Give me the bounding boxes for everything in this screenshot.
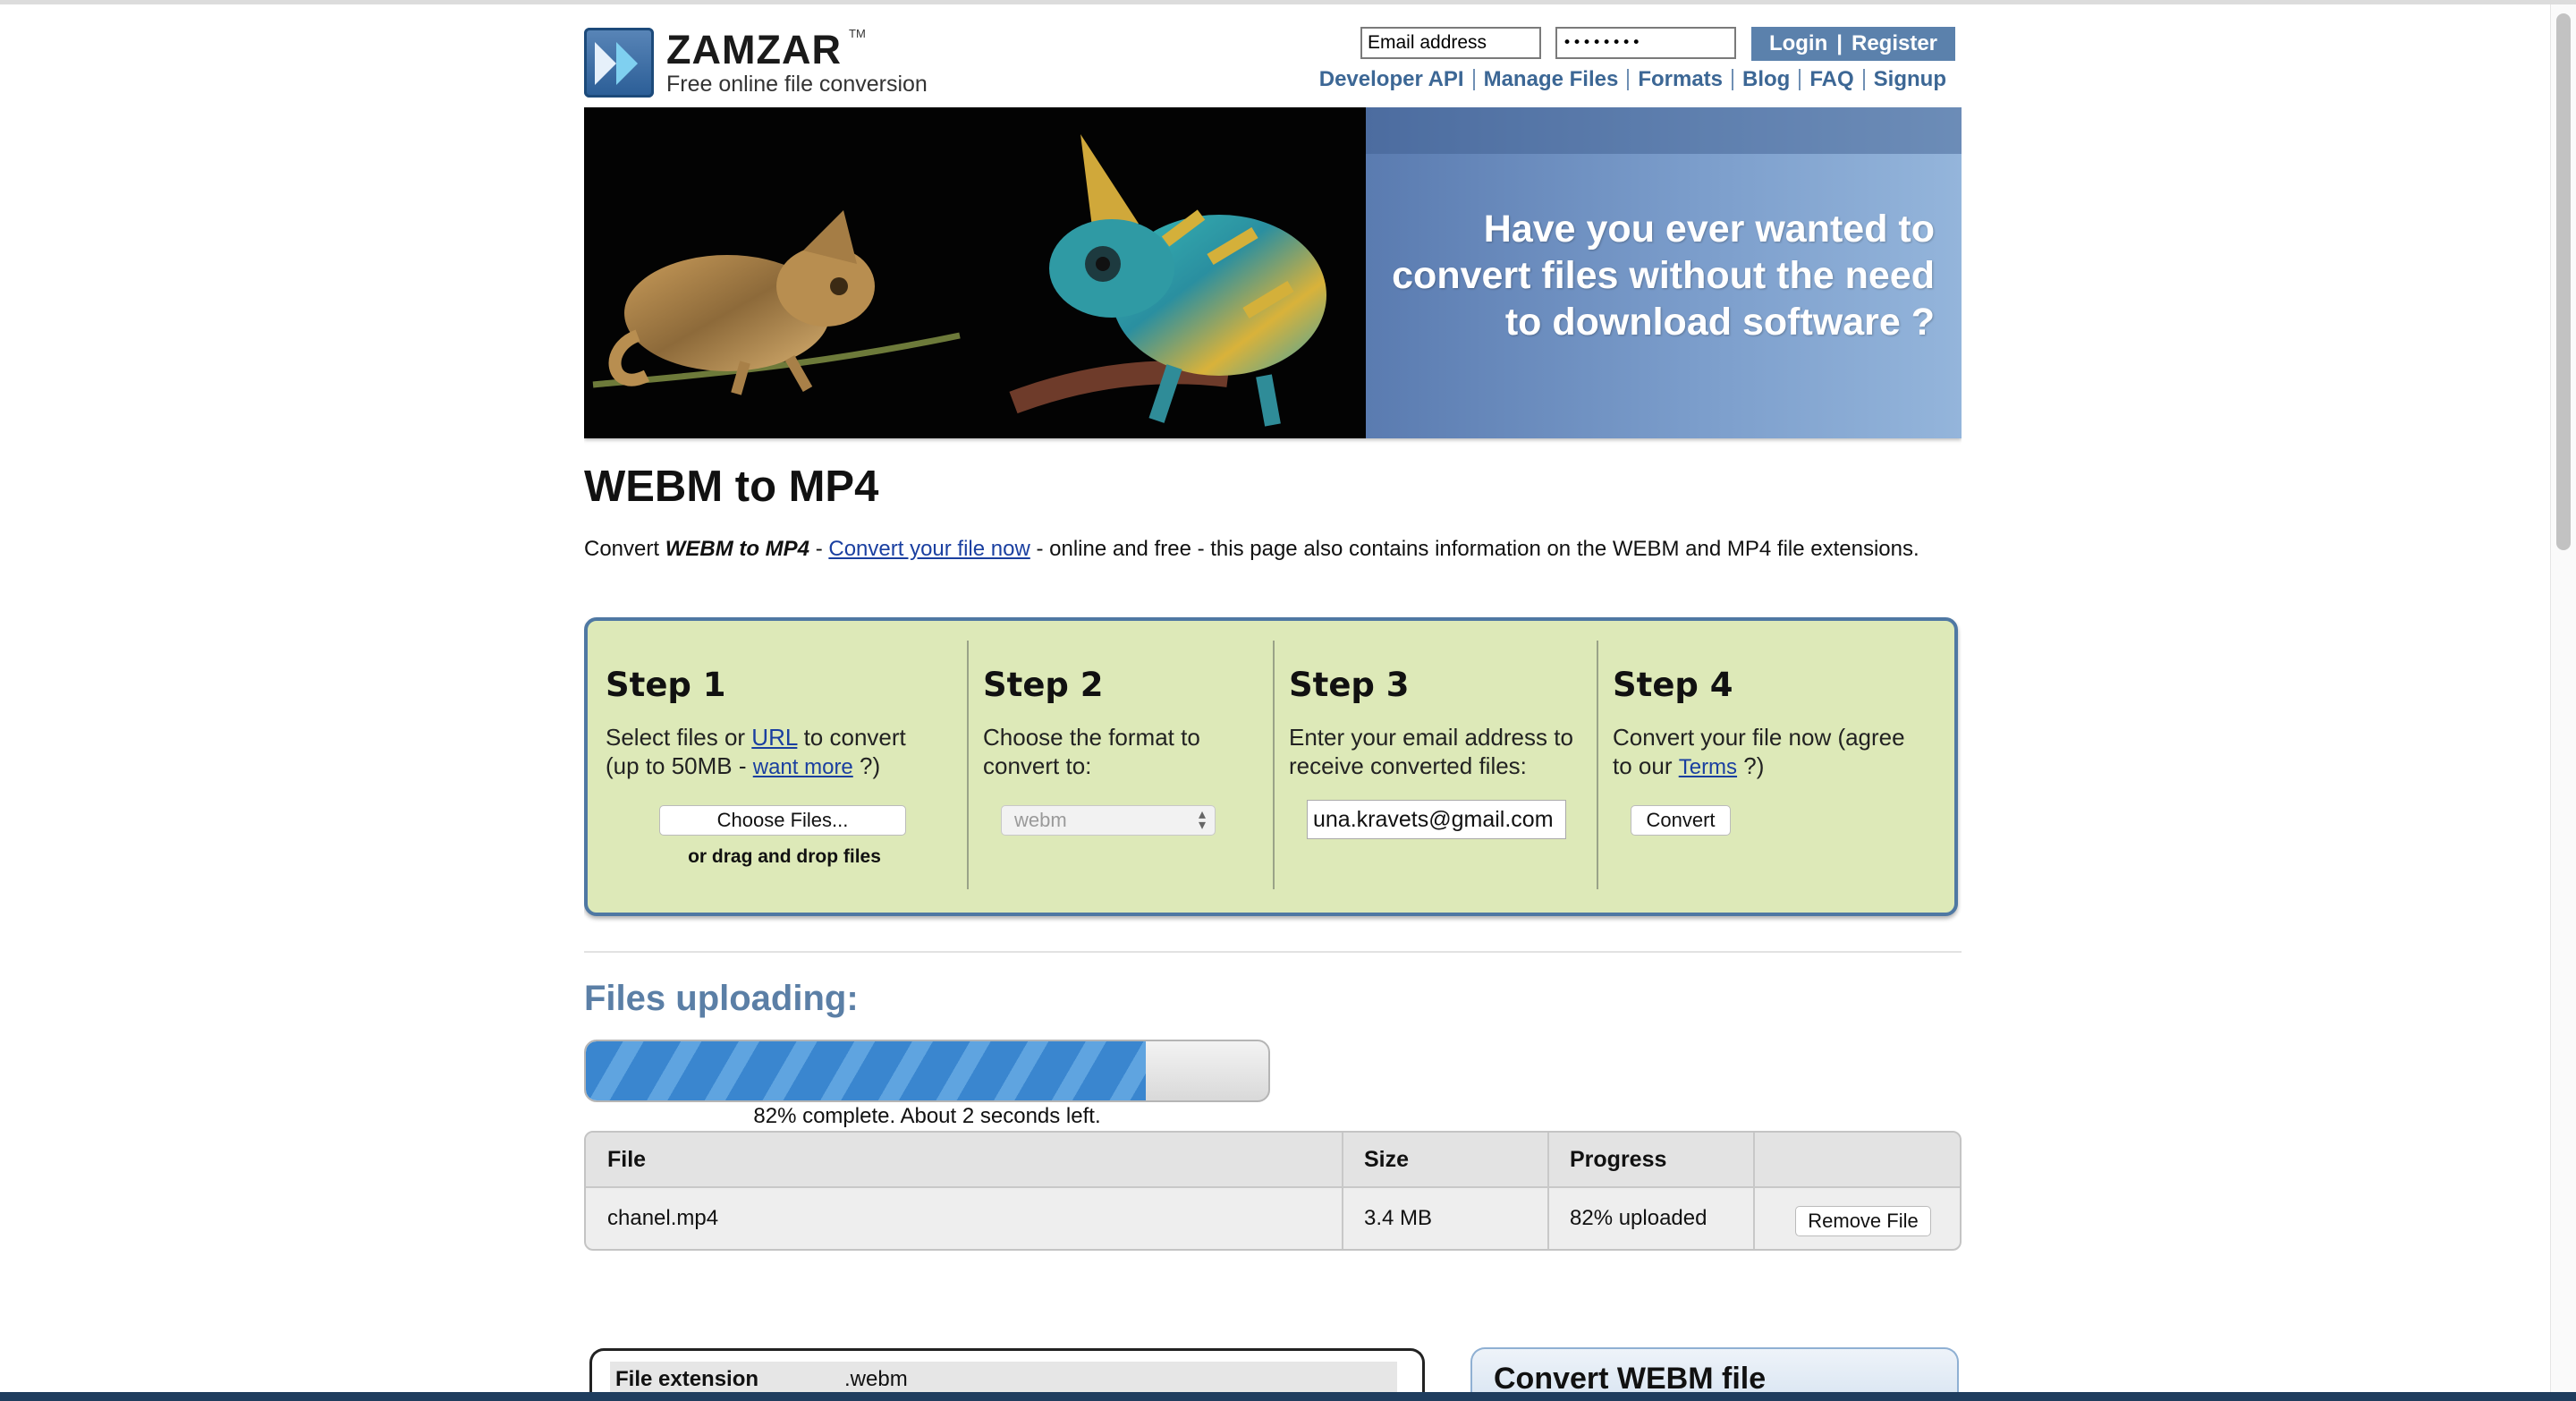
terms-link[interactable]: Terms xyxy=(1679,755,1737,779)
banner-headline-line1: Have you ever wanted to xyxy=(1483,208,1935,250)
hero-banner: Have you ever wanted to convert files wi… xyxy=(584,107,1962,438)
login-register-box: Login | Register xyxy=(1751,27,1955,61)
upload-progress-text: 82% complete. About 2 seconds left. xyxy=(753,1104,1101,1128)
chameleons-illustration xyxy=(592,134,1326,427)
column-header-size: Size xyxy=(1343,1133,1548,1188)
recipient-email-field[interactable]: una.kravets@gmail.com xyxy=(1307,800,1566,839)
step-1-text-d: ?) xyxy=(852,752,881,779)
scrollbar-track[interactable] xyxy=(2550,4,2576,1392)
step-2-text-a: Choose the format to xyxy=(983,724,1200,751)
convert-now-link[interactable]: Convert your file now xyxy=(828,537,1030,561)
nav-faq[interactable]: FAQ xyxy=(1799,69,1862,90)
scrollbar-thumb[interactable] xyxy=(2556,13,2571,550)
register-button[interactable]: Register xyxy=(1852,31,1937,56)
step-1-text-a: Select files or xyxy=(606,724,752,751)
column-header-progress: Progress xyxy=(1548,1133,1754,1188)
format-select[interactable]: webm ▴ ▾ xyxy=(1001,805,1216,836)
login-password-input[interactable]: •••••••• xyxy=(1555,27,1736,59)
conversion-steps-panel: Step 1 Select files or URL to convert (up… xyxy=(584,617,1958,916)
table-row-file-name: chanel.mp4 xyxy=(607,1206,719,1230)
convert-webm-box: Convert WEBM file xyxy=(1470,1347,1959,1392)
banner-headline: Have you ever wanted to convert files wi… xyxy=(1362,206,1935,345)
uploading-heading: Files uploading: xyxy=(584,979,859,1018)
step-1-title: Step 1 xyxy=(606,666,726,704)
login-email-input[interactable]: Email address xyxy=(1360,27,1541,59)
step-4-description: Convert your file now (agree to our Terms… xyxy=(1613,723,1905,782)
trademark-mark: TM xyxy=(849,27,866,40)
step-3-text-b: receive converted files: xyxy=(1289,752,1527,779)
step-3-text-a: Enter your email address to xyxy=(1289,724,1573,751)
file-extension-box: File extension .webm xyxy=(589,1348,1425,1392)
intro-dash: - xyxy=(809,537,829,561)
banner-headline-line2: convert files without the need xyxy=(1392,254,1935,297)
step-3-title: Step 3 xyxy=(1289,666,1410,704)
step-4-title: Step 4 xyxy=(1613,666,1733,704)
convert-webm-title: Convert WEBM file xyxy=(1494,1362,1767,1392)
step-divider xyxy=(1597,641,1598,889)
login-email-placeholder: Email address xyxy=(1368,32,1487,53)
select-arrows-icon: ▴ ▾ xyxy=(1198,807,1206,833)
column-header-file: File xyxy=(586,1133,1343,1188)
step-divider xyxy=(1273,641,1275,889)
file-extension-label: File extension xyxy=(615,1367,759,1391)
format-select-value: webm xyxy=(1014,809,1067,831)
section-divider xyxy=(584,951,1962,953)
step-1: Step 1 Select files or URL to convert (up… xyxy=(606,621,963,889)
intro-bold: WEBM to MP4 xyxy=(665,537,810,561)
step-2-text-b: convert to: xyxy=(983,752,1092,779)
banner-top-strip xyxy=(1366,107,1962,154)
choose-files-button[interactable]: Choose Files... xyxy=(659,805,906,836)
nav-manage-files[interactable]: Manage Files xyxy=(1472,69,1628,90)
upload-progress-bar xyxy=(584,1040,1270,1102)
step-3: Step 3 Enter your email address to receiv… xyxy=(1289,621,1593,889)
step-1-text-c: (up to 50MB - xyxy=(606,752,753,779)
step-divider xyxy=(967,641,969,889)
step-4-text-b: to our xyxy=(1613,752,1679,779)
login-separator: | xyxy=(1836,31,1843,55)
nav-blog[interactable]: Blog xyxy=(1732,69,1799,90)
step-4-text-a: Convert your file now (agree xyxy=(1613,724,1905,751)
chameleon-photo xyxy=(584,107,1366,438)
login-button[interactable]: Login xyxy=(1769,31,1827,56)
recipient-email-value: una.kravets@gmail.com xyxy=(1313,806,1554,832)
url-link[interactable]: URL xyxy=(751,724,797,751)
step-1-text-b: to convert xyxy=(797,724,906,751)
step-1-description: Select files or URL to convert (up to 50M… xyxy=(606,723,906,782)
login-password-value: •••••••• xyxy=(1563,34,1642,52)
step-2: Step 2 Choose the format to convert to: w… xyxy=(983,621,1269,889)
intro-suffix: - online and free - this page also conta… xyxy=(1030,537,1919,561)
file-extension-row: File extension .webm xyxy=(610,1362,1397,1392)
want-more-link[interactable]: want more xyxy=(753,755,853,779)
banner-message-panel: Have you ever wanted to convert files wi… xyxy=(1366,107,1962,438)
page-title: WEBM to MP4 xyxy=(584,463,879,511)
step-2-title: Step 2 xyxy=(983,666,1104,704)
step-2-description: Choose the format to convert to: xyxy=(983,723,1200,780)
file-extension-value: .webm xyxy=(844,1367,908,1391)
step-4-text-c: ?) xyxy=(1737,752,1765,779)
nav-developer-api[interactable]: Developer API xyxy=(1310,69,1473,90)
banner-headline-line3: to download software ? xyxy=(1504,301,1935,344)
page-content: ZAMZAR TM Free online file conversion Em… xyxy=(584,0,1962,1392)
browser-bottom-edge xyxy=(0,1392,2576,1401)
remove-file-button[interactable]: Remove File xyxy=(1795,1206,1931,1236)
intro-prefix: Convert xyxy=(584,537,665,561)
intro-text: Convert WEBM to MP4 - Convert your file … xyxy=(584,537,1962,562)
step-4: Step 4 Convert your file now (agree to ou… xyxy=(1613,621,1944,889)
top-navigation: Developer API Manage Files Formats Blog … xyxy=(584,69,1955,90)
upload-progress-fill xyxy=(586,1041,1146,1100)
step-3-description: Enter your email address to receive conve… xyxy=(1289,723,1573,780)
nav-formats[interactable]: Formats xyxy=(1627,69,1732,90)
convert-button[interactable]: Convert xyxy=(1631,805,1731,836)
upload-file-table: File Size Progress chanel.mp4 3.4 MB 82%… xyxy=(584,1131,1962,1251)
logo-wordmark[interactable]: ZAMZAR xyxy=(666,27,842,73)
table-row-file-progress: 82% uploaded xyxy=(1570,1206,1707,1230)
drag-drop-note: or drag and drop files xyxy=(688,846,881,867)
table-row-file-size: 3.4 MB xyxy=(1364,1206,1433,1230)
nav-signup[interactable]: Signup xyxy=(1862,69,1955,90)
column-header-action xyxy=(1754,1133,1960,1188)
